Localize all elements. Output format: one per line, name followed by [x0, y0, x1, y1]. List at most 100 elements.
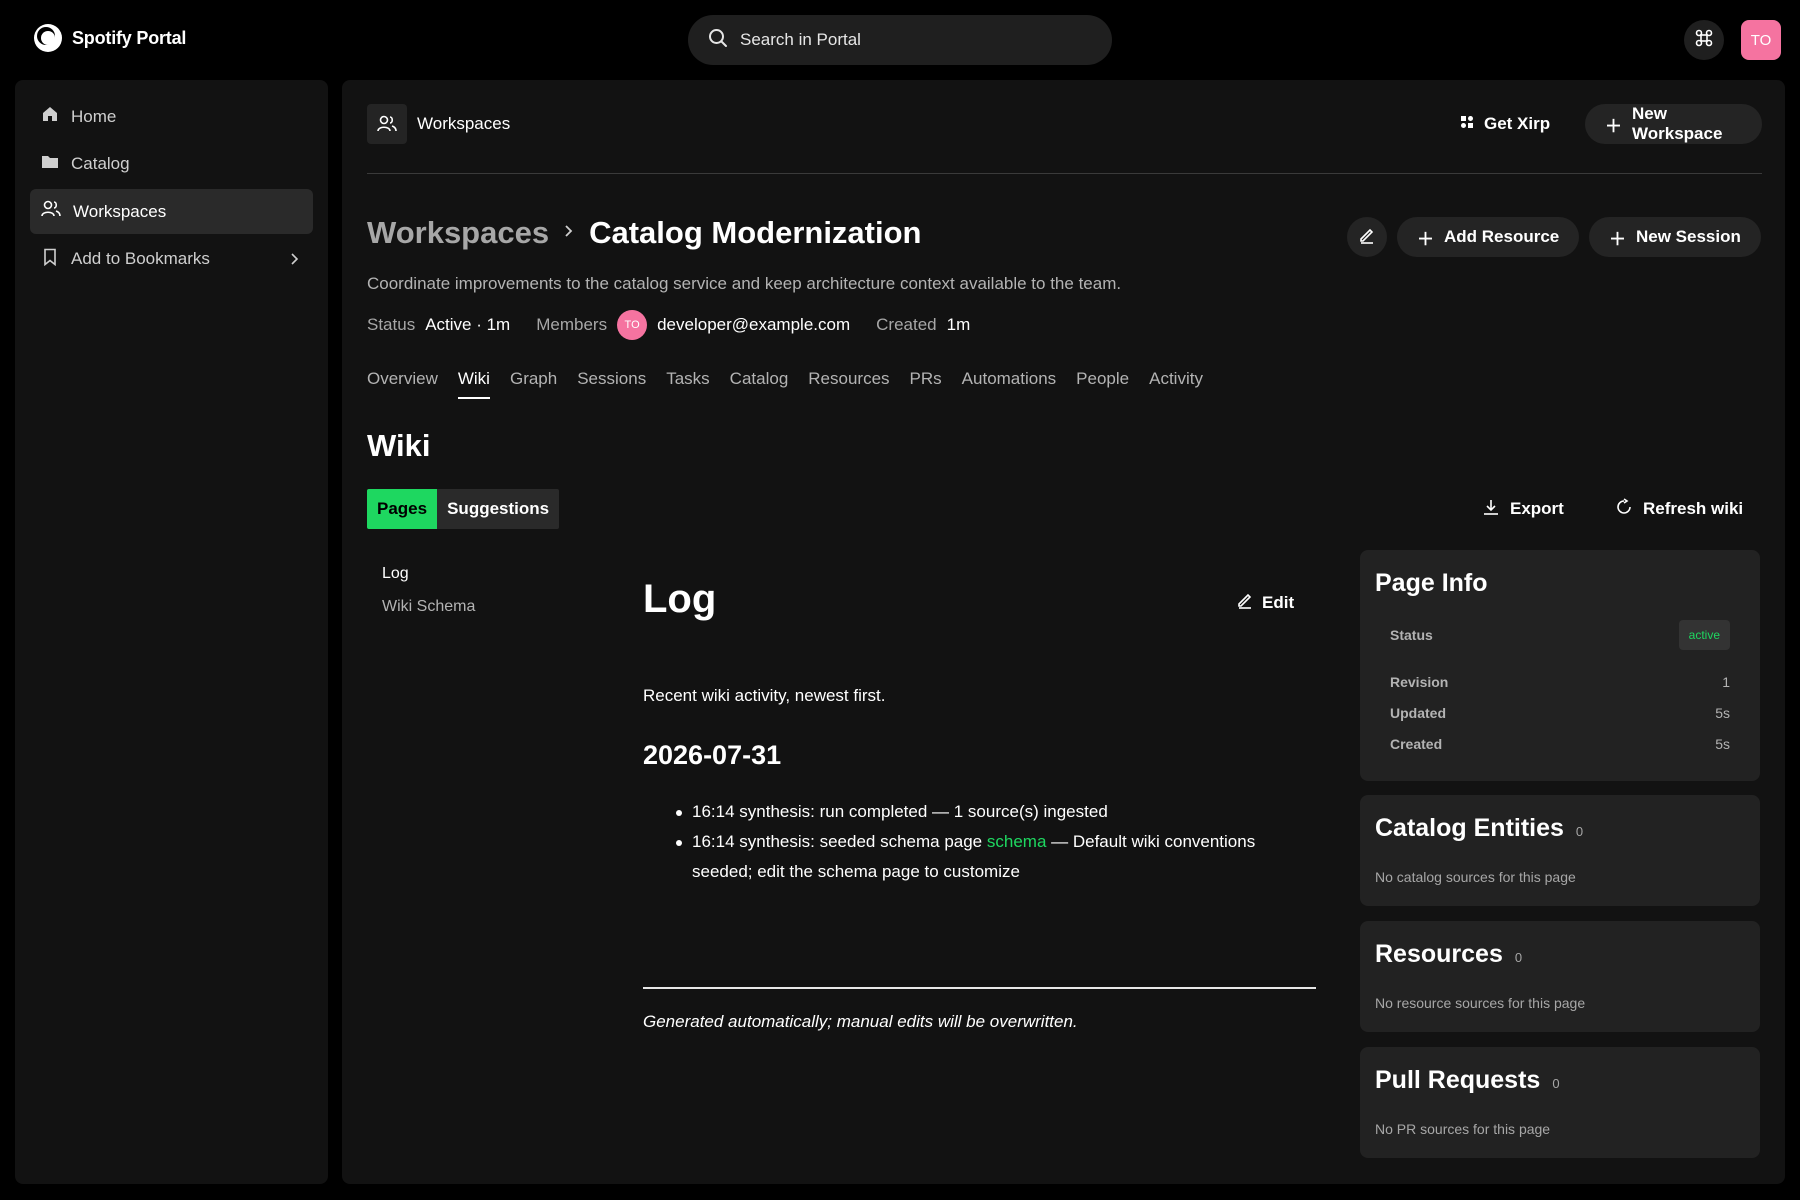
sidebar-item-bookmarks[interactable]: Add to Bookmarks	[30, 237, 313, 282]
workspaces-header-icon	[367, 104, 407, 144]
add-resource-label: Add Resource	[1444, 227, 1560, 246]
divider	[643, 987, 1316, 989]
home-icon	[41, 105, 59, 128]
info-label: Revision	[1390, 674, 1449, 690]
tab-tasks[interactable]: Tasks	[666, 369, 709, 399]
search-bar[interactable]	[688, 15, 1112, 65]
breadcrumb: Workspaces Catalog Modernization	[367, 215, 921, 251]
tab-people[interactable]: People	[1076, 369, 1129, 399]
tab-overview[interactable]: Overview	[367, 369, 438, 399]
tab-catalog[interactable]: Catalog	[730, 369, 789, 399]
add-resource-button[interactable]: ＋ Add Resource	[1397, 217, 1580, 257]
card-title: Resources 0	[1375, 940, 1522, 969]
chevron-right-icon	[563, 222, 575, 245]
pages-toggle[interactable]: Pages	[367, 489, 438, 529]
plus-icon: ＋	[1609, 229, 1626, 249]
refresh-wiki-label: Refresh wiki	[1643, 499, 1744, 518]
brand-name: Spotify Portal	[72, 27, 187, 48]
search-icon	[708, 28, 728, 53]
pencil-icon	[1358, 226, 1376, 249]
resources-title: Resources	[1375, 940, 1503, 968]
edit-page-button[interactable]: Edit	[1236, 591, 1294, 614]
workspace-meta: Status Active · 1m Members TO developer@…	[367, 310, 996, 340]
sidebar-item-workspaces[interactable]: Workspaces	[30, 189, 313, 234]
bookmark-icon	[41, 248, 59, 271]
sidebar-item-label: Add to Bookmarks	[71, 249, 210, 268]
workspace-tabs: Overview Wiki Graph Sessions Tasks Catal…	[367, 369, 1223, 399]
tab-resources[interactable]: Resources	[808, 369, 889, 399]
folder-icon	[41, 153, 59, 176]
tab-activity[interactable]: Activity	[1149, 369, 1203, 399]
export-button[interactable]: Export	[1482, 489, 1564, 529]
new-session-button[interactable]: ＋ New Session	[1589, 217, 1761, 257]
log-entry-text: 16:14 synthesis: seeded schema page	[692, 832, 987, 851]
status-value: Active · 1m	[425, 315, 511, 334]
get-xirp-button[interactable]: Get Xirp	[1460, 104, 1550, 144]
tab-graph[interactable]: Graph	[510, 369, 557, 399]
status-label: Status	[367, 315, 416, 334]
log-entry-text: 16:14 synthesis: run completed — 1 sourc…	[692, 802, 1108, 821]
count-badge: 0	[1575, 824, 1584, 839]
new-workspace-button[interactable]: ＋ New Workspace	[1585, 104, 1762, 144]
tab-wiki[interactable]: Wiki	[457, 369, 491, 399]
wiki-article: Log Edit Recent wiki activity, newest fi…	[643, 565, 1316, 1031]
member-avatar[interactable]: TO	[617, 310, 648, 340]
new-workspace-label: New Workspace	[1632, 104, 1723, 143]
article-title: Log	[643, 577, 717, 621]
wiki-page-link-log[interactable]: Log	[382, 565, 475, 583]
resources-card: Resources 0 No resource sources for this…	[1360, 921, 1760, 1032]
info-label: Updated	[1390, 705, 1446, 721]
log-date-heading: 2026-07-31	[643, 740, 782, 770]
brand[interactable]: Spotify Portal	[34, 24, 186, 52]
article-intro: Recent wiki activity, newest first.	[643, 686, 886, 705]
refresh-icon	[1615, 497, 1633, 521]
pull-requests-title: Pull Requests	[1375, 1066, 1541, 1094]
user-avatar[interactable]: TO	[1741, 20, 1781, 60]
card-title: Catalog Entities 0	[1375, 814, 1583, 843]
pencil-icon	[1236, 591, 1254, 614]
workspace-description: Coordinate improvements to the catalog s…	[367, 274, 1122, 293]
export-label: Export	[1510, 499, 1564, 518]
empty-state-text: No PR sources for this page	[1375, 1121, 1551, 1137]
log-entries: 16:14 synthesis: run completed — 1 sourc…	[676, 797, 1312, 887]
schema-link[interactable]: schema	[987, 832, 1047, 851]
sidebar-item-label: Home	[71, 106, 117, 126]
edit-workspace-button[interactable]	[1347, 217, 1387, 257]
created-label: Created	[876, 315, 937, 334]
plus-icon: ＋	[1417, 229, 1434, 249]
tab-sessions[interactable]: Sessions	[577, 369, 646, 399]
card-title: Pull Requests 0	[1375, 1066, 1560, 1095]
sidebar-item-label: Workspaces	[73, 201, 167, 221]
info-row-updated: Updated 5s	[1390, 705, 1730, 721]
grid-icon	[1460, 114, 1474, 134]
tab-automations[interactable]: Automations	[962, 369, 1057, 399]
new-session-label: New Session	[1636, 227, 1741, 246]
sidebar-item-home[interactable]: Home	[30, 94, 313, 139]
tab-prs[interactable]: PRs	[910, 369, 942, 399]
download-icon	[1482, 498, 1500, 521]
apps-button[interactable]	[1684, 20, 1724, 60]
main-panel: Workspaces Get Xirp ＋ New Workspace Work…	[342, 80, 1785, 1184]
info-label: Status	[1390, 627, 1433, 643]
people-icon	[41, 200, 61, 223]
info-value: 1	[1722, 674, 1730, 690]
created-value: 1m	[946, 315, 971, 334]
wiki-pages-list: Log Wiki Schema	[382, 565, 475, 631]
sidebar-item-label: Catalog	[71, 154, 130, 173]
pull-requests-card: Pull Requests 0 No PR sources for this p…	[1360, 1047, 1760, 1158]
workspace-name: Catalog Modernization	[589, 215, 922, 250]
refresh-wiki-button[interactable]: Refresh wiki	[1615, 489, 1743, 529]
search-input[interactable]	[740, 30, 1080, 50]
wiki-page-link-schema[interactable]: Wiki Schema	[382, 598, 475, 616]
page-title: Workspaces	[417, 114, 511, 133]
sidebar-item-catalog[interactable]: Catalog	[30, 142, 313, 187]
plus-icon: ＋	[1605, 116, 1622, 136]
member-email: developer@example.com	[657, 315, 851, 334]
breadcrumb-parent[interactable]: Workspaces	[367, 215, 549, 251]
card-title: Page Info	[1375, 569, 1488, 598]
wiki-heading: Wiki	[367, 428, 431, 463]
list-item: 16:14 synthesis: seeded schema page sche…	[676, 827, 1312, 887]
count-badge: 0	[1514, 950, 1523, 965]
spotify-logo-icon	[34, 24, 62, 52]
suggestions-toggle[interactable]: Suggestions	[437, 489, 560, 529]
